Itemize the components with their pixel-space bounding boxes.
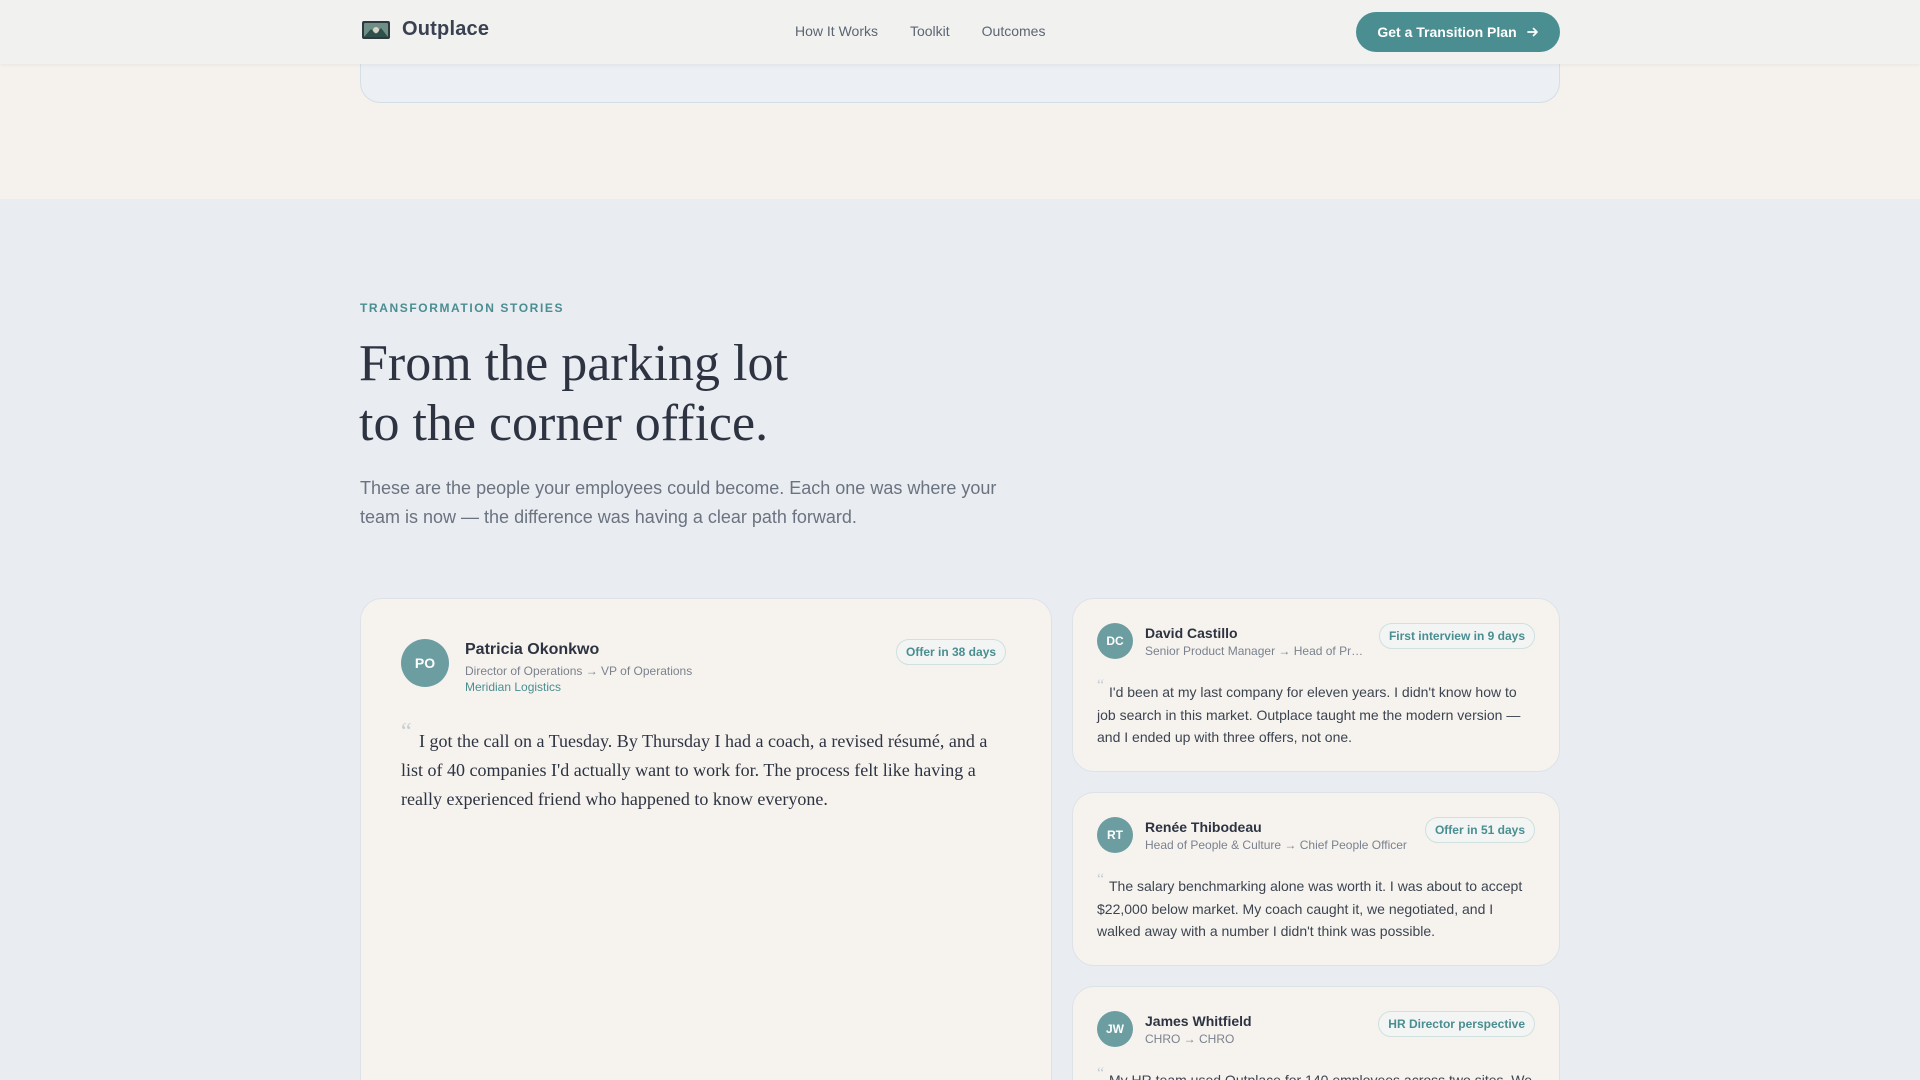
person-name: James Whitfield [1145, 1013, 1252, 1029]
brand-logo-icon [362, 20, 390, 39]
testimonial-quote: The salary benchmarking alone was worth … [1097, 878, 1523, 939]
person-name: Renée Thibodeau [1145, 819, 1262, 835]
testimonial-quote: I got the call on a Tuesday. By Thursday… [401, 731, 988, 809]
story-card-james-whitfield: JW James Whitfield CHRO → CHRO HR Direct… [1072, 986, 1560, 1080]
top-navigation-bar: Outplace How It Works Toolkit Outcomes G… [0, 0, 1920, 64]
section-headline: From the parking lot to the corner offic… [359, 334, 1059, 454]
story-card-renee-thibodeau: RT Renée Thibodeau Head of People & Cult… [1072, 792, 1560, 966]
person-company: Meridian Logistics [465, 680, 562, 694]
brand[interactable]: Outplace [362, 18, 489, 41]
status-badge: First interview in 9 days [1378, 623, 1535, 649]
arrow-right-icon [1526, 27, 1538, 37]
section-subtext: These are the people your employees coul… [360, 478, 997, 527]
avatar: DC [1097, 623, 1133, 659]
cta-label: Get a Transition Plan [1377, 24, 1517, 40]
person-role: Senior Product Manager → Head of Pr… [1145, 644, 1364, 658]
person-role: Head of People & Culture → Chief People … [1145, 838, 1407, 852]
avatar: PO [401, 639, 449, 687]
headline-line-2: to the corner office. [359, 395, 769, 452]
avatar: JW [1097, 1011, 1133, 1047]
nav-link-how-it-works[interactable]: How It Works [795, 23, 878, 39]
testimonial-quote: I'd been at my last company for eleven y… [1097, 684, 1521, 745]
nav-link-toolkit[interactable]: Toolkit [910, 23, 950, 39]
person-role: Director of Operations → VP of Operation… [465, 664, 693, 678]
brand-name: Outplace [402, 18, 490, 40]
nav-links: How It Works Toolkit Outcomes [795, 23, 1045, 39]
person-name: Patricia Okonkwo [465, 641, 600, 658]
nav-link-outcomes[interactable]: Outcomes [982, 23, 1046, 39]
headline-line-1: From the parking lot [359, 335, 788, 392]
status-badge: Offer in 51 days [1424, 817, 1535, 843]
avatar: RT [1097, 817, 1133, 853]
section-eyebrow: TRANSFORMATION STORIES [360, 301, 565, 315]
get-transition-plan-button[interactable]: Get a Transition Plan [1356, 12, 1560, 52]
person-role: CHRO → CHRO [1145, 1032, 1235, 1046]
person-name: David Castillo [1145, 625, 1238, 641]
story-card-david-castillo: DC David Castillo Senior Product Manager… [1072, 598, 1560, 772]
story-card-patricia-okonkwo: PO Patricia Okonkwo Director of Operatio… [360, 598, 1052, 1080]
testimonial-quote: My HR team used Outplace for 140 employe… [1109, 1072, 1533, 1080]
status-badge: Offer in 38 days [896, 639, 1007, 665]
status-badge: HR Director perspective [1378, 1011, 1535, 1037]
